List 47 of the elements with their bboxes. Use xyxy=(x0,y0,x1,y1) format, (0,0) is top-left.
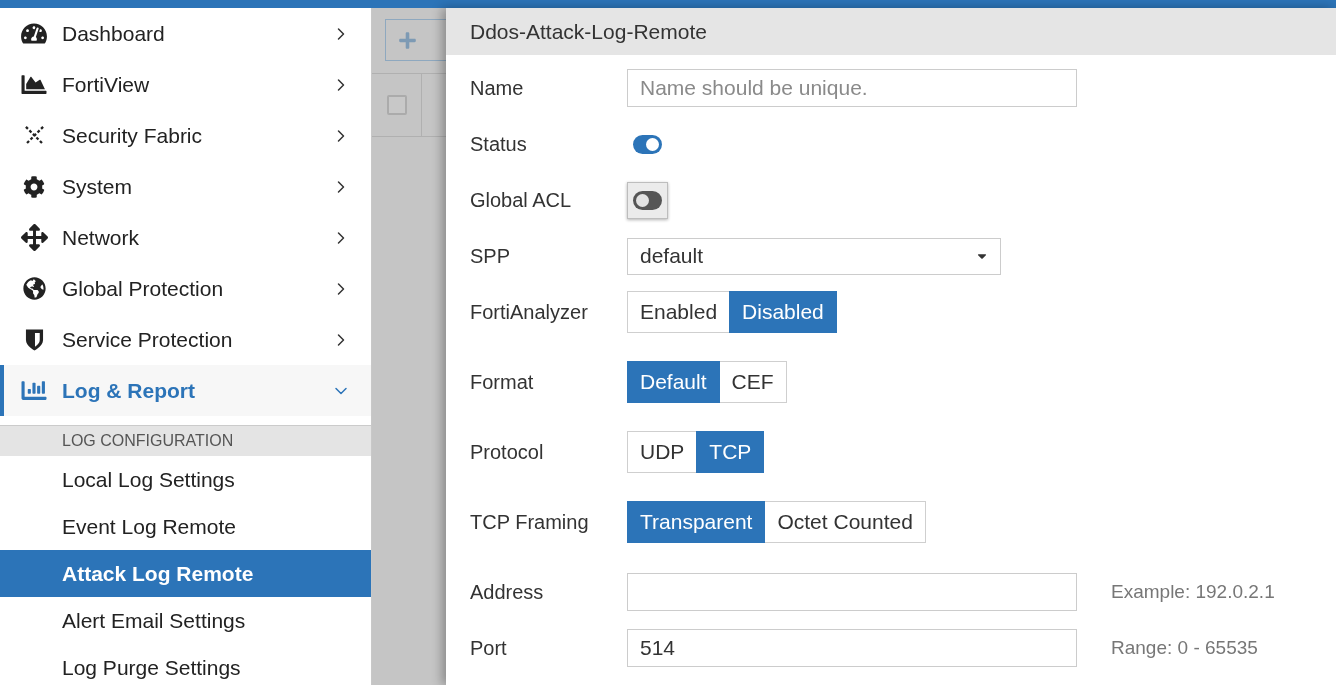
text-input[interactable]: 514 xyxy=(627,629,1077,667)
sidebar-item[interactable]: FortiView xyxy=(0,59,371,110)
dotted-cross-icon xyxy=(23,125,45,146)
segment-option[interactable]: Default xyxy=(627,361,720,403)
segment-option[interactable]: CEF xyxy=(718,361,787,403)
text-input[interactable]: Name should be unique. xyxy=(627,69,1077,107)
gauge-icon xyxy=(21,22,47,45)
segment-option[interactable]: Disabled xyxy=(729,291,837,333)
sidebar-item[interactable]: Security Fabric xyxy=(0,110,371,161)
section-header: LOG CONFIGURATION xyxy=(0,426,371,456)
field-label: SPP xyxy=(470,244,512,269)
shield-icon xyxy=(24,327,44,352)
sidebar-subitem[interactable]: Attack Log Remote xyxy=(0,550,371,597)
field-hint: Range: 0 - 65535 xyxy=(1111,635,1258,660)
text-input[interactable] xyxy=(627,573,1077,611)
field-label: Address xyxy=(470,580,545,605)
move-arrows-icon xyxy=(20,224,48,251)
field-label: Status xyxy=(470,132,528,157)
sidebar-item[interactable]: Network xyxy=(0,212,371,263)
field-label: Protocol xyxy=(470,440,545,465)
segment-option[interactable]: TCP xyxy=(696,431,765,473)
sidebar-item[interactable]: Global Protection xyxy=(0,263,371,314)
field-label: Format xyxy=(470,370,535,395)
bar-chart-icon xyxy=(20,378,48,403)
field-label: TCP Framing xyxy=(470,510,590,535)
area-chart-icon xyxy=(20,72,48,97)
panel-title: Ddos-Attack-Log-Remote xyxy=(470,18,707,45)
toggle-switch[interactable] xyxy=(633,190,662,210)
globe-icon xyxy=(22,277,46,300)
sidebar-item[interactable]: Dashboard xyxy=(0,8,371,59)
segment-option[interactable]: Octet Counted xyxy=(764,501,926,543)
field-label: Name xyxy=(470,76,525,101)
plus-icon xyxy=(398,30,417,50)
segment-option[interactable]: Enabled xyxy=(627,291,731,333)
field-hint: Example: 192.0.2.1 xyxy=(1111,579,1275,604)
sidebar-item[interactable]: Service Protection xyxy=(0,314,371,365)
segment-option[interactable]: Transparent xyxy=(627,501,766,543)
settings-icon xyxy=(23,175,45,198)
segment-option[interactable]: UDP xyxy=(627,431,698,473)
checkbox[interactable] xyxy=(386,95,407,115)
field-label: Global ACL xyxy=(470,188,573,213)
field-label: Port xyxy=(470,636,508,661)
sidebar-item[interactable]: System xyxy=(0,161,371,212)
dropdown[interactable]: default xyxy=(627,237,1001,275)
toggle-switch[interactable] xyxy=(633,134,662,154)
field-label: FortiAnalyzer xyxy=(470,300,589,325)
sidebar-item[interactable]: Log & Report xyxy=(0,365,371,416)
